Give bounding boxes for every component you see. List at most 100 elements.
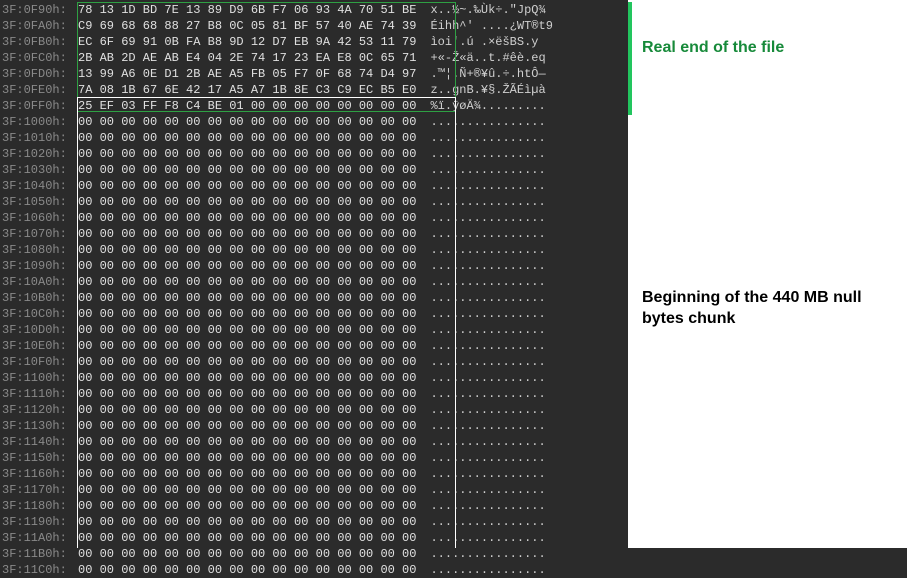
- hex-cell: 00 00 00 00 00 00 00 00 00 00 00 00 00 0…: [72, 386, 416, 402]
- hex-row: 3F:11C0h:00 00 00 00 00 00 00 00 00 00 0…: [0, 562, 628, 578]
- ascii-cell: %ï.ÿøÄ¾.........: [416, 98, 545, 114]
- hex-row: 3F:1110h:00 00 00 00 00 00 00 00 00 00 0…: [0, 386, 628, 402]
- hex-cell: 00 00 00 00 00 00 00 00 00 00 00 00 00 0…: [72, 114, 416, 130]
- offset-cell: 3F:1110h:: [0, 386, 72, 402]
- hex-cell: 00 00 00 00 00 00 00 00 00 00 00 00 00 0…: [72, 482, 416, 498]
- offset-cell: 3F:1040h:: [0, 178, 72, 194]
- ascii-cell: ................: [416, 530, 545, 546]
- hex-row: 3F:0FD0h:13 99 A6 0E D1 2B AE A5 FB 05 F…: [0, 66, 628, 82]
- hex-cell: 00 00 00 00 00 00 00 00 00 00 00 00 00 0…: [72, 402, 416, 418]
- offset-cell: 3F:1090h:: [0, 258, 72, 274]
- ascii-cell: ................: [416, 482, 545, 498]
- hex-row: 3F:1010h:00 00 00 00 00 00 00 00 00 00 0…: [0, 130, 628, 146]
- ascii-cell: ................: [416, 370, 545, 386]
- offset-cell: 3F:1030h:: [0, 162, 72, 178]
- hex-cell: 00 00 00 00 00 00 00 00 00 00 00 00 00 0…: [72, 370, 416, 386]
- offset-cell: 3F:1140h:: [0, 434, 72, 450]
- hex-row: 3F:10E0h:00 00 00 00 00 00 00 00 00 00 0…: [0, 338, 628, 354]
- hex-cell: 00 00 00 00 00 00 00 00 00 00 00 00 00 0…: [72, 450, 416, 466]
- marker-stripe-green: [628, 2, 632, 115]
- offset-cell: 3F:1010h:: [0, 130, 72, 146]
- hex-cell: 00 00 00 00 00 00 00 00 00 00 00 00 00 0…: [72, 354, 416, 370]
- hex-row: 3F:0F90h:78 13 1D BD 7E 13 89 D9 6B F7 0…: [0, 2, 628, 18]
- hex-row: 3F:10B0h:00 00 00 00 00 00 00 00 00 00 0…: [0, 290, 628, 306]
- offset-cell: 3F:10C0h:: [0, 306, 72, 322]
- annotation-null-chunk-l1: Beginning of the 440 MB null: [642, 289, 862, 306]
- hex-cell: 00 00 00 00 00 00 00 00 00 00 00 00 00 0…: [72, 466, 416, 482]
- offset-cell: 3F:1070h:: [0, 226, 72, 242]
- hex-cell: C9 69 68 68 88 27 B8 0C 05 81 BF 57 40 A…: [72, 18, 416, 34]
- hex-cell: 00 00 00 00 00 00 00 00 00 00 00 00 00 0…: [72, 514, 416, 530]
- hex-row: 3F:1120h:00 00 00 00 00 00 00 00 00 00 0…: [0, 402, 628, 418]
- ascii-cell: ................: [416, 130, 545, 146]
- hex-cell: 00 00 00 00 00 00 00 00 00 00 00 00 00 0…: [72, 498, 416, 514]
- ascii-cell: ................: [416, 210, 545, 226]
- ascii-cell: .™¦.Ñ+®¥û.÷.htÔ—: [416, 66, 545, 82]
- hex-row: 3F:10C0h:00 00 00 00 00 00 00 00 00 00 0…: [0, 306, 628, 322]
- offset-cell: 3F:1150h:: [0, 450, 72, 466]
- hex-cell: 00 00 00 00 00 00 00 00 00 00 00 00 00 0…: [72, 162, 416, 178]
- hex-cell: 25 EF 03 FF F8 C4 BE 01 00 00 00 00 00 0…: [72, 98, 416, 114]
- ascii-cell: ................: [416, 514, 545, 530]
- ascii-cell: ................: [416, 386, 545, 402]
- offset-cell: 3F:0FE0h:: [0, 82, 72, 98]
- offset-cell: 3F:0FA0h:: [0, 18, 72, 34]
- offset-cell: 3F:0FB0h:: [0, 34, 72, 50]
- hex-cell: 00 00 00 00 00 00 00 00 00 00 00 00 00 0…: [72, 434, 416, 450]
- hex-cell: 7A 08 1B 67 6E 42 17 A5 A7 1B 8E C3 C9 E…: [72, 82, 416, 98]
- hex-row: 3F:1040h:00 00 00 00 00 00 00 00 00 00 0…: [0, 178, 628, 194]
- hex-row: 3F:1140h:00 00 00 00 00 00 00 00 00 00 0…: [0, 434, 628, 450]
- offset-cell: 3F:0FD0h:: [0, 66, 72, 82]
- hex-row: 3F:10D0h:00 00 00 00 00 00 00 00 00 00 0…: [0, 322, 628, 338]
- offset-cell: 3F:1020h:: [0, 146, 72, 162]
- hex-row: 3F:1090h:00 00 00 00 00 00 00 00 00 00 0…: [0, 258, 628, 274]
- hex-cell: 00 00 00 00 00 00 00 00 00 00 00 00 00 0…: [72, 242, 416, 258]
- offset-cell: 3F:1060h:: [0, 210, 72, 226]
- ascii-cell: ................: [416, 322, 545, 338]
- annotation-null-chunk-l2: bytes chunk: [642, 310, 735, 327]
- hex-row: 3F:1180h:00 00 00 00 00 00 00 00 00 00 0…: [0, 498, 628, 514]
- hex-rows: 3F:0F90h:78 13 1D BD 7E 13 89 D9 6B F7 0…: [0, 2, 628, 578]
- hex-row: 3F:1190h:00 00 00 00 00 00 00 00 00 00 0…: [0, 514, 628, 530]
- hex-row: 3F:1020h:00 00 00 00 00 00 00 00 00 00 0…: [0, 146, 628, 162]
- hex-cell: 00 00 00 00 00 00 00 00 00 00 00 00 00 0…: [72, 146, 416, 162]
- offset-cell: 3F:10E0h:: [0, 338, 72, 354]
- hex-row: 3F:0FA0h:C9 69 68 68 88 27 B8 0C 05 81 B…: [0, 18, 628, 34]
- hex-row: 3F:10F0h:00 00 00 00 00 00 00 00 00 00 0…: [0, 354, 628, 370]
- hex-row: 3F:1050h:00 00 00 00 00 00 00 00 00 00 0…: [0, 194, 628, 210]
- hex-cell: 00 00 00 00 00 00 00 00 00 00 00 00 00 0…: [72, 210, 416, 226]
- ascii-cell: ................: [416, 466, 545, 482]
- offset-cell: 3F:11B0h:: [0, 546, 72, 562]
- ascii-cell: ................: [416, 162, 545, 178]
- offset-cell: 3F:1190h:: [0, 514, 72, 530]
- ascii-cell: ................: [416, 562, 545, 578]
- annotation-null-chunk: Beginning of the 440 MB null bytes chunk: [642, 288, 862, 330]
- hex-editor-panel: 3F:0F90h:78 13 1D BD 7E 13 89 D9 6B F7 0…: [0, 0, 628, 548]
- hex-cell: 00 00 00 00 00 00 00 00 00 00 00 00 00 0…: [72, 322, 416, 338]
- offset-cell: 3F:11C0h:: [0, 562, 72, 578]
- hex-cell: 2B AB 2D AE AB E4 04 2E 74 17 23 EA E8 0…: [72, 50, 416, 66]
- ascii-cell: ................: [416, 418, 545, 434]
- hex-row: 3F:0FF0h:25 EF 03 FF F8 C4 BE 01 00 00 0…: [0, 98, 628, 114]
- ascii-cell: Éihh^' ....¿WT®t9: [416, 18, 552, 34]
- hex-cell: 00 00 00 00 00 00 00 00 00 00 00 00 00 0…: [72, 258, 416, 274]
- hex-row: 3F:1030h:00 00 00 00 00 00 00 00 00 00 0…: [0, 162, 628, 178]
- offset-cell: 3F:0FC0h:: [0, 50, 72, 66]
- offset-cell: 3F:1000h:: [0, 114, 72, 130]
- hex-cell: 00 00 00 00 00 00 00 00 00 00 00 00 00 0…: [72, 562, 416, 578]
- hex-cell: 00 00 00 00 00 00 00 00 00 00 00 00 00 0…: [72, 546, 416, 562]
- hex-cell: 00 00 00 00 00 00 00 00 00 00 00 00 00 0…: [72, 418, 416, 434]
- ascii-cell: ................: [416, 258, 545, 274]
- offset-cell: 3F:1160h:: [0, 466, 72, 482]
- hex-cell: 13 99 A6 0E D1 2B AE A5 FB 05 F7 0F 68 7…: [72, 66, 416, 82]
- offset-cell: 3F:1120h:: [0, 402, 72, 418]
- ascii-cell: ................: [416, 114, 545, 130]
- ascii-cell: ................: [416, 274, 545, 290]
- annotation-panel: Real end of the file Beginning of the 44…: [628, 0, 907, 548]
- offset-cell: 3F:1100h:: [0, 370, 72, 386]
- hex-row: 3F:1170h:00 00 00 00 00 00 00 00 00 00 0…: [0, 482, 628, 498]
- hex-cell: 00 00 00 00 00 00 00 00 00 00 00 00 00 0…: [72, 226, 416, 242]
- hex-cell: EC 6F 69 91 0B FA B8 9D 12 D7 EB 9A 42 5…: [72, 34, 416, 50]
- hex-row: 3F:11A0h:00 00 00 00 00 00 00 00 00 00 0…: [0, 530, 628, 546]
- offset-cell: 3F:1050h:: [0, 194, 72, 210]
